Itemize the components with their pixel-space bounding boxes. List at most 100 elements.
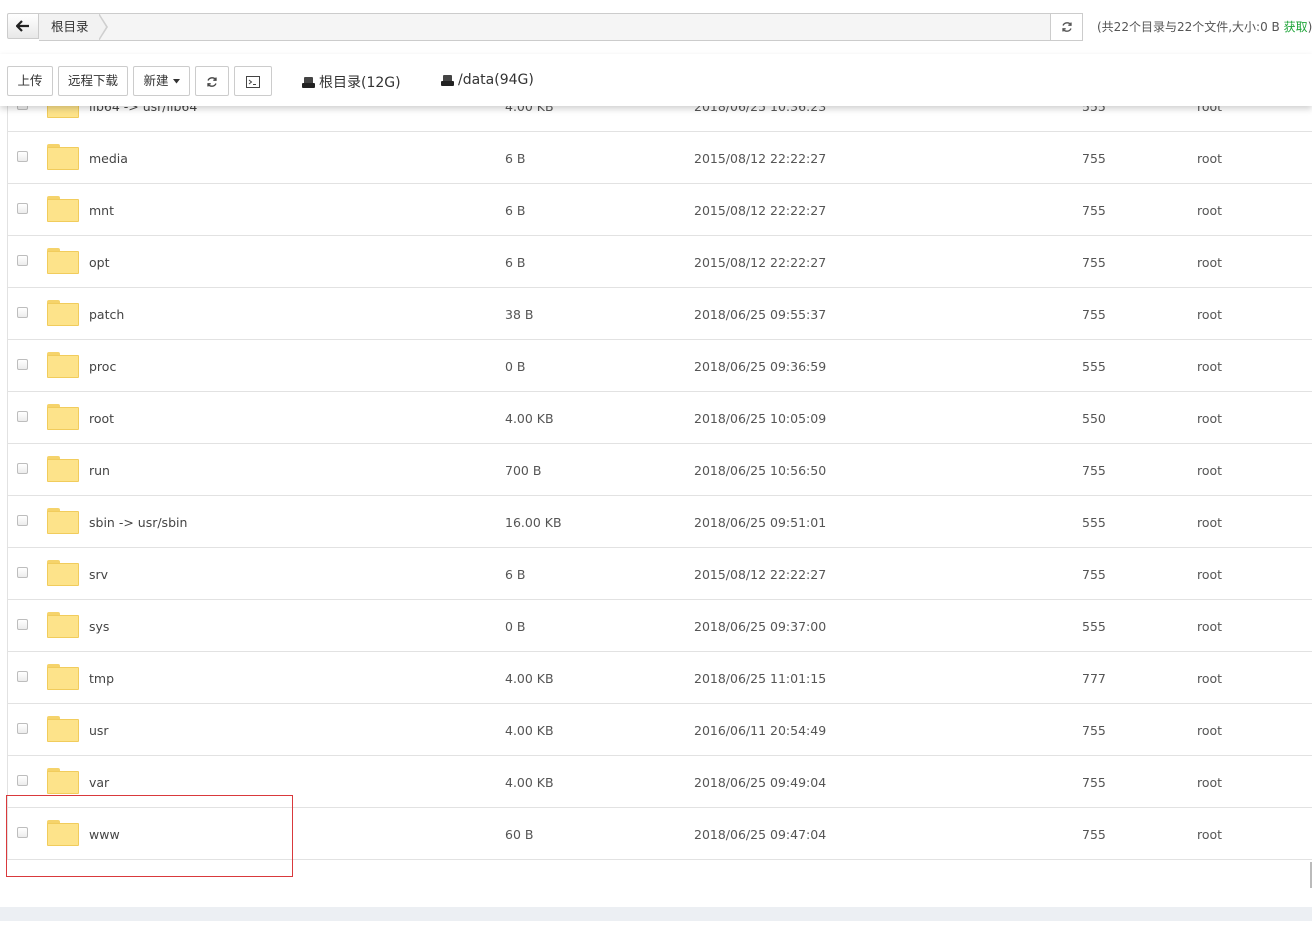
- file-name[interactable]: opt: [89, 255, 109, 270]
- file-permission[interactable]: 550: [1082, 411, 1106, 426]
- file-size: 4.00 KB: [505, 671, 554, 686]
- file-row[interactable]: run 700 B 2018/06/25 10:56:50 755 root: [7, 444, 1312, 496]
- file-size: 0 B: [505, 359, 526, 374]
- highlight-box: [6, 795, 293, 877]
- folder-icon: [47, 300, 79, 326]
- file-permission[interactable]: 755: [1082, 827, 1106, 842]
- file-permission[interactable]: 755: [1082, 775, 1106, 790]
- file-owner[interactable]: root: [1197, 515, 1222, 530]
- file-name[interactable]: proc: [89, 359, 116, 374]
- file-permission[interactable]: 755: [1082, 203, 1106, 218]
- file-row[interactable]: sbin -> usr/sbin 16.00 KB 2018/06/25 09:…: [7, 496, 1312, 548]
- summary-close: ): [1307, 20, 1312, 34]
- file-time: 2018/06/25 09:36:59: [694, 359, 827, 374]
- file-row[interactable]: usr 4.00 KB 2016/06/11 20:54:49 755 root: [7, 704, 1312, 756]
- refresh-path-button[interactable]: [1050, 13, 1083, 41]
- file-owner[interactable]: root: [1197, 775, 1222, 790]
- disk-root[interactable]: 根目录(12G): [302, 72, 401, 92]
- terminal-icon: [246, 75, 260, 88]
- file-name[interactable]: usr: [89, 723, 109, 738]
- row-checkbox[interactable]: [17, 723, 28, 734]
- file-permission[interactable]: 555: [1082, 619, 1106, 634]
- file-permission[interactable]: 777: [1082, 671, 1106, 686]
- file-row[interactable]: srv 6 B 2015/08/12 22:22:27 755 root: [7, 548, 1312, 600]
- file-owner[interactable]: root: [1197, 255, 1222, 270]
- breadcrumb-root[interactable]: 根目录: [39, 14, 101, 40]
- folder-icon: [47, 404, 79, 430]
- file-row[interactable]: proc 0 B 2018/06/25 09:36:59 555 root: [7, 340, 1312, 392]
- row-checkbox[interactable]: [17, 255, 28, 266]
- file-size: 0 B: [505, 619, 526, 634]
- file-owner[interactable]: root: [1197, 203, 1222, 218]
- file-name[interactable]: run: [89, 463, 110, 478]
- file-name[interactable]: tmp: [89, 671, 114, 686]
- file-permission[interactable]: 755: [1082, 463, 1106, 478]
- disk-data[interactable]: /data(94G): [441, 72, 534, 88]
- file-owner[interactable]: root: [1197, 463, 1222, 478]
- fetch-size-link[interactable]: 获取: [1284, 20, 1308, 34]
- row-checkbox[interactable]: [17, 775, 28, 786]
- file-owner[interactable]: root: [1197, 307, 1222, 322]
- remote-download-button[interactable]: 远程下载: [58, 66, 128, 96]
- row-checkbox[interactable]: [17, 463, 28, 474]
- file-row[interactable]: patch 38 B 2018/06/25 09:55:37 755 root: [7, 288, 1312, 340]
- row-checkbox[interactable]: [17, 307, 28, 318]
- file-permission[interactable]: 755: [1082, 723, 1106, 738]
- row-checkbox[interactable]: [17, 151, 28, 162]
- folder-icon: [47, 144, 79, 170]
- row-checkbox[interactable]: [17, 671, 28, 682]
- file-owner[interactable]: root: [1197, 567, 1222, 582]
- breadcrumb-separator-inner: [98, 14, 106, 40]
- file-permission[interactable]: 555: [1082, 515, 1106, 530]
- file-permission[interactable]: 555: [1082, 359, 1106, 374]
- file-owner[interactable]: root: [1197, 359, 1222, 374]
- file-owner[interactable]: root: [1197, 619, 1222, 634]
- file-time: 2016/06/11 20:54:49: [694, 723, 827, 738]
- file-list: lib64 -> usr/lib64 4.00 KB 2018/06/25 10…: [7, 80, 1312, 860]
- file-name[interactable]: srv: [89, 567, 108, 582]
- file-name[interactable]: sys: [89, 619, 109, 634]
- file-row[interactable]: root 4.00 KB 2018/06/25 10:05:09 550 roo…: [7, 392, 1312, 444]
- file-time: 2018/06/25 11:01:15: [694, 671, 827, 686]
- file-row[interactable]: media 6 B 2015/08/12 22:22:27 755 root: [7, 132, 1312, 184]
- file-time: 2015/08/12 22:22:27: [694, 567, 827, 582]
- file-name[interactable]: var: [89, 775, 109, 790]
- file-time: 2015/08/12 22:22:27: [694, 151, 827, 166]
- file-owner[interactable]: root: [1197, 723, 1222, 738]
- row-checkbox[interactable]: [17, 411, 28, 422]
- row-checkbox[interactable]: [17, 515, 28, 526]
- file-permission[interactable]: 755: [1082, 307, 1106, 322]
- refresh-icon: [207, 76, 217, 87]
- row-checkbox[interactable]: [17, 567, 28, 578]
- file-size: 6 B: [505, 255, 526, 270]
- file-owner[interactable]: root: [1197, 671, 1222, 686]
- file-owner[interactable]: root: [1197, 827, 1222, 842]
- file-row[interactable]: mnt 6 B 2015/08/12 22:22:27 755 root: [7, 184, 1312, 236]
- folder-icon: [47, 508, 79, 534]
- file-name[interactable]: mnt: [89, 203, 114, 218]
- file-row[interactable]: sys 0 B 2018/06/25 09:37:00 555 root: [7, 600, 1312, 652]
- file-size: 60 B: [505, 827, 534, 842]
- file-row[interactable]: tmp 4.00 KB 2018/06/25 11:01:15 777 root: [7, 652, 1312, 704]
- new-dropdown-button[interactable]: 新建: [133, 66, 190, 96]
- file-permission[interactable]: 755: [1082, 151, 1106, 166]
- file-name[interactable]: patch: [89, 307, 124, 322]
- row-checkbox[interactable]: [17, 619, 28, 630]
- path-input[interactable]: 根目录: [39, 13, 1051, 41]
- file-owner[interactable]: root: [1197, 151, 1222, 166]
- file-permission[interactable]: 755: [1082, 255, 1106, 270]
- file-row[interactable]: opt 6 B 2015/08/12 22:22:27 755 root: [7, 236, 1312, 288]
- folder-icon: [47, 664, 79, 690]
- file-name[interactable]: media: [89, 151, 128, 166]
- terminal-button[interactable]: [234, 66, 272, 96]
- file-name[interactable]: sbin -> usr/sbin: [89, 515, 187, 530]
- file-name[interactable]: root: [89, 411, 114, 426]
- file-owner[interactable]: root: [1197, 411, 1222, 426]
- file-size: 4.00 KB: [505, 775, 554, 790]
- row-checkbox[interactable]: [17, 359, 28, 370]
- refresh-button[interactable]: [195, 66, 229, 96]
- back-button[interactable]: [7, 13, 39, 39]
- file-permission[interactable]: 755: [1082, 567, 1106, 582]
- upload-button[interactable]: 上传: [7, 66, 53, 96]
- row-checkbox[interactable]: [17, 203, 28, 214]
